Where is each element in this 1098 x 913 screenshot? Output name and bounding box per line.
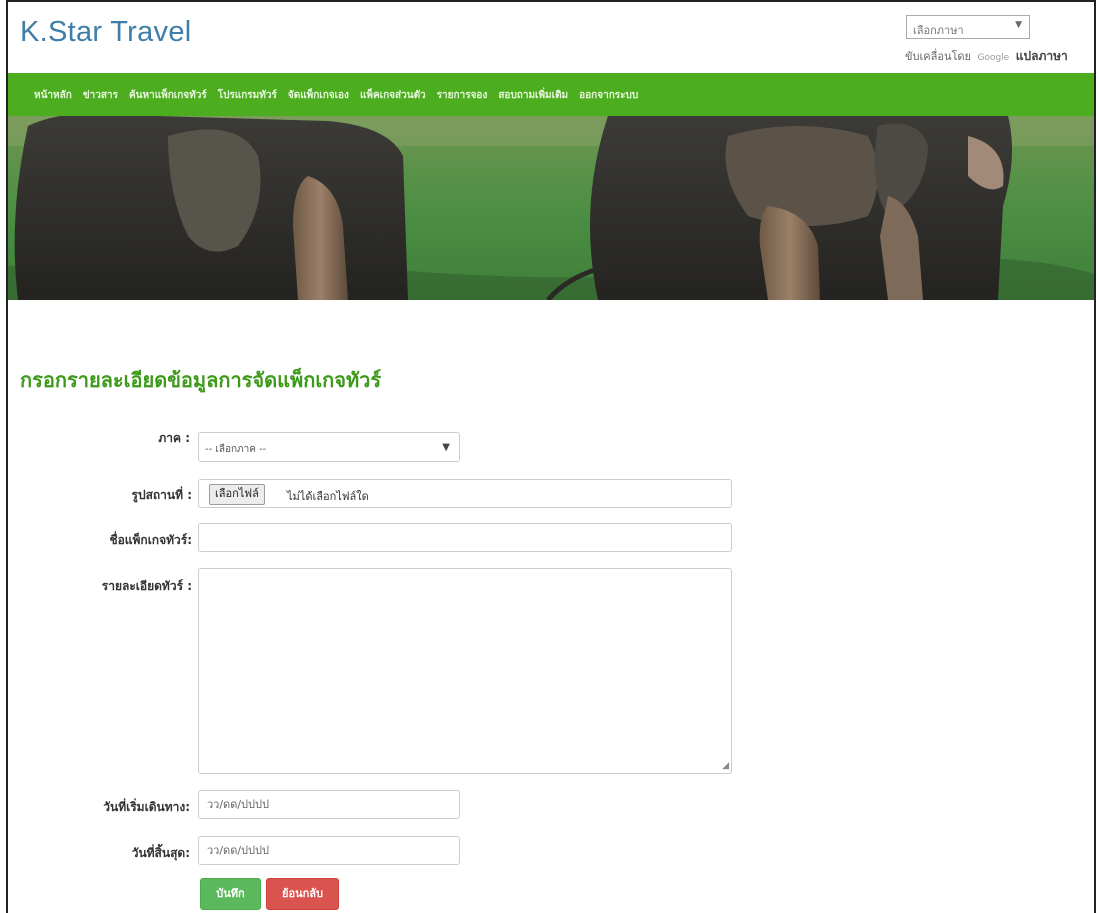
region-select[interactable]: -- เลือกภาค -- ▼ <box>198 432 460 462</box>
photo-file-input[interactable]: เลือกไฟล์ ไม่ได้เลือกไฟล์ใด <box>198 479 732 508</box>
details-textarea[interactable]: ◢ <box>198 568 732 774</box>
start-date-label: วันที่เริ่มเดินทาง: <box>103 800 190 814</box>
end-date-input[interactable]: วว/ดด/ปปปป <box>198 836 460 865</box>
package-name-label: ชื่อแพ็กเกจทัวร์: <box>109 533 192 547</box>
nav-item-home[interactable]: หน้าหลัก <box>34 88 72 103</box>
start-date-input[interactable]: วว/ดด/ปปปป <box>198 790 460 819</box>
chevron-down-icon: ▼ <box>442 442 450 453</box>
choose-file-button[interactable]: เลือกไฟล์ <box>209 484 265 505</box>
nav-item-private-package[interactable]: แพ็คเกจส่วนตัว <box>360 88 426 103</box>
nav-item-tour-programs[interactable]: โปรแกรมทัวร์ <box>218 88 277 103</box>
banner-image <box>8 116 1094 300</box>
details-label: รายละเอียดทัวร์ : <box>101 579 192 593</box>
form-title: กรอกรายละเอียดข้อมูลการจัดแพ็กเกจทัวร์ <box>20 368 382 392</box>
package-name-input[interactable] <box>198 523 732 552</box>
region-select-value: -- เลือกภาค -- <box>205 444 267 455</box>
save-button[interactable]: บันทึก <box>200 878 261 910</box>
end-date-label: วันที่สิ้นสุด: <box>131 846 190 860</box>
region-label: ภาค : <box>158 431 190 445</box>
nav-item-logout[interactable]: ออกจากระบบ <box>579 88 638 103</box>
google-translate-credit: ขับเคลื่อนโดย Google แปลภาษา <box>905 47 1068 66</box>
main-navbar: หน้าหลัก ข่าวสาร ค้นหาแพ็กเกจทัวร์ โปรแก… <box>8 73 1094 116</box>
nav-item-search-packages[interactable]: ค้นหาแพ็กเกจทัวร์ <box>129 88 207 103</box>
site-logo[interactable]: K.Star Travel <box>20 16 192 49</box>
photo-label: รูปสถานที่ : <box>131 488 192 502</box>
back-button[interactable]: ย้อนกลับ <box>266 878 339 910</box>
nav-item-news[interactable]: ข่าวสาร <box>83 88 118 103</box>
language-select-value: เลือกภาษา <box>913 24 964 37</box>
resize-handle-icon[interactable]: ◢ <box>722 761 729 771</box>
google-logo[interactable]: Google <box>977 53 1009 63</box>
powered-by-text: ขับเคลื่อนโดย <box>905 50 971 63</box>
language-select[interactable]: เลือกภาษา ▼ <box>906 15 1030 39</box>
nav-item-bookings[interactable]: รายการจอง <box>437 88 488 103</box>
chevron-down-icon: ▼ <box>1015 20 1022 30</box>
nav-item-custom-package[interactable]: จัดแพ็กเกจเอง <box>288 88 349 103</box>
translate-link[interactable]: แปลภาษา <box>1016 49 1068 63</box>
file-status-text: ไม่ได้เลือกไฟล์ใด <box>287 490 369 503</box>
nav-item-inquiry[interactable]: สอบถามเพิ่มเติม <box>498 88 568 103</box>
